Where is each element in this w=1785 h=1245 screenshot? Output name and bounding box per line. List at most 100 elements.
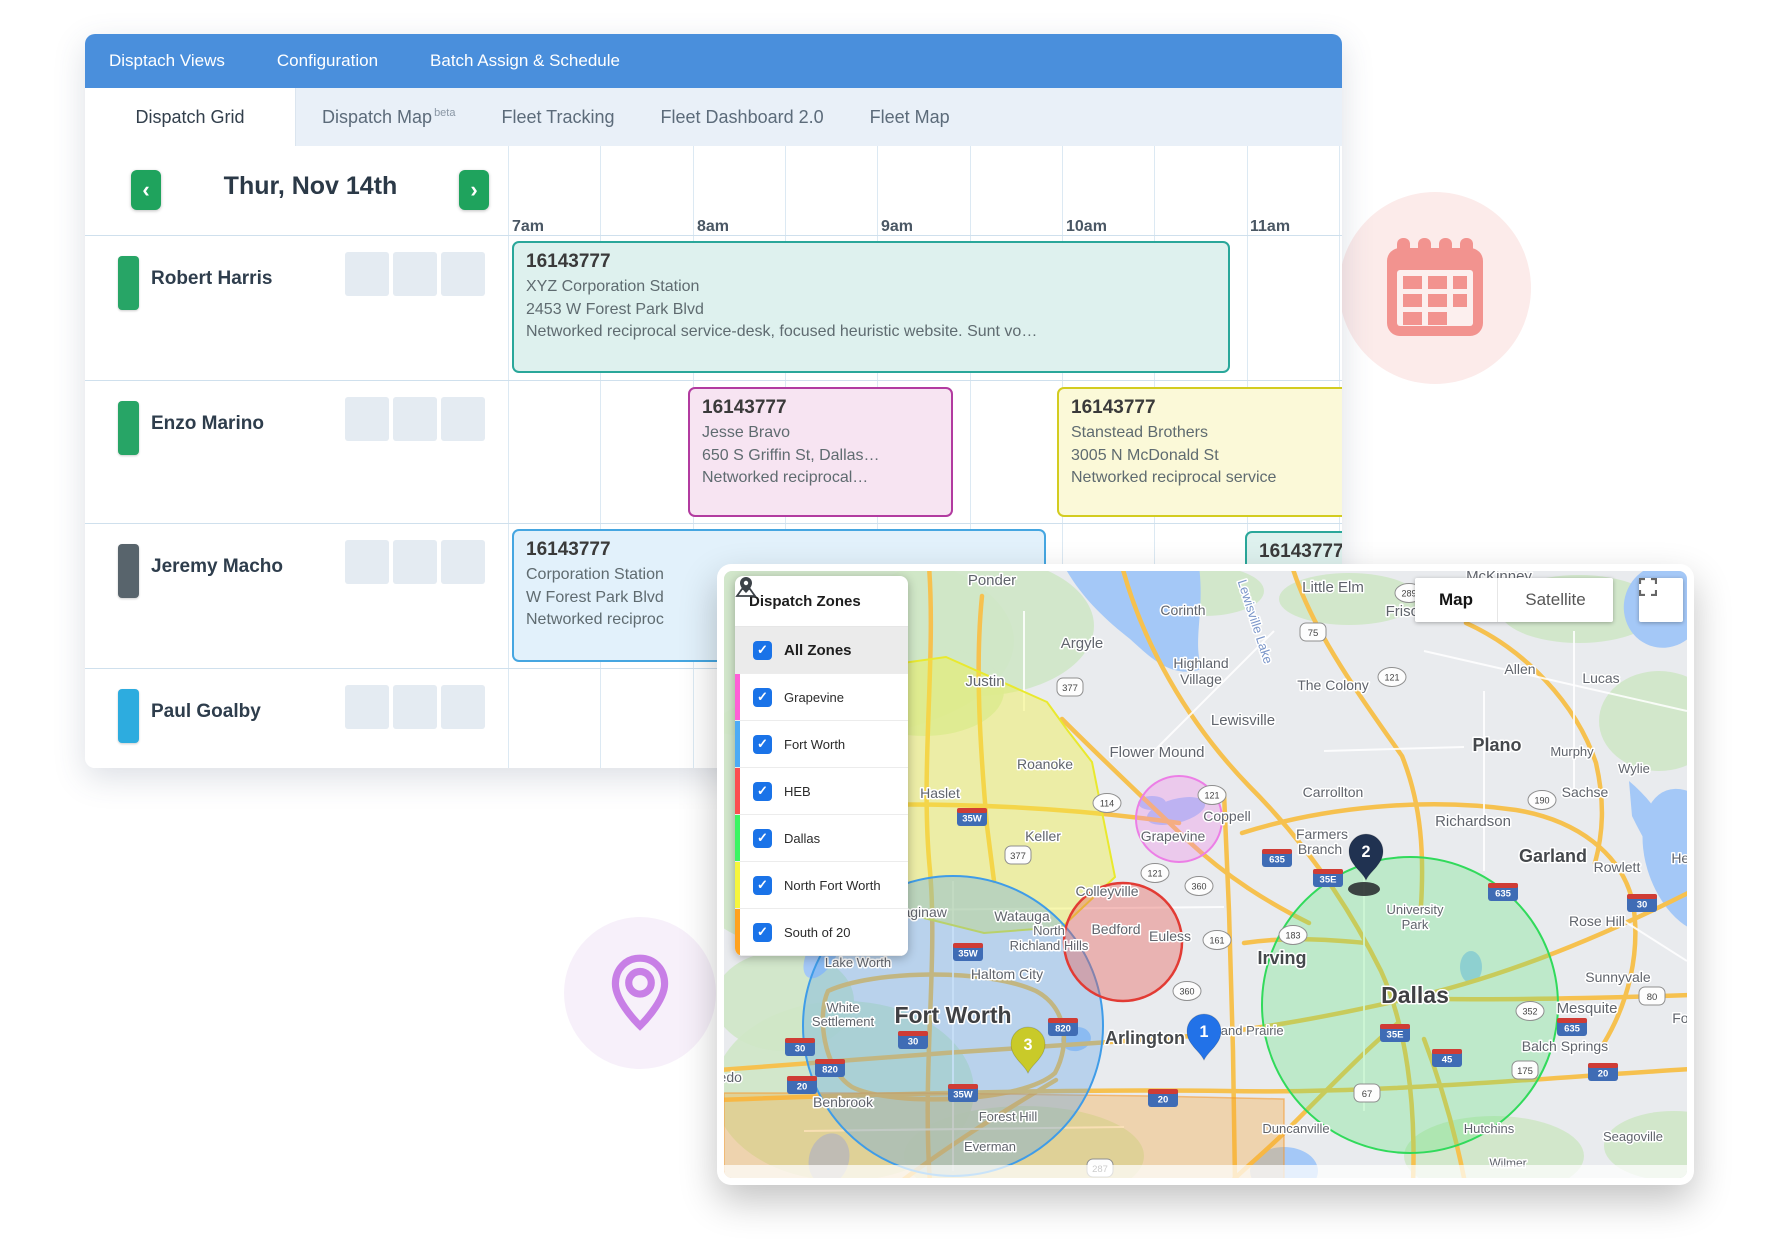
- event-detail-line: 650 S Griffin St, Dallas…: [702, 445, 939, 468]
- zone-checkbox[interactable]: ✓: [753, 735, 772, 754]
- fleet-map-card: 35W35W35W35E35E6356356353030308208202020…: [717, 564, 1694, 1185]
- map-label-irving: Irving: [1257, 948, 1306, 968]
- map-label-mesquite: Mesquite: [1557, 1000, 1618, 1017]
- nav-item-2[interactable]: Batch Assign & Schedule: [430, 51, 620, 71]
- tab-fleet-dashboard-2-0[interactable]: Fleet Dashboard 2.0: [661, 107, 824, 128]
- fullscreen-button[interactable]: [1639, 578, 1683, 622]
- zone-checkbox[interactable]: ✓: [753, 876, 772, 895]
- marker-shadow: [1348, 882, 1380, 896]
- road-badge-67: 67: [1354, 1084, 1380, 1102]
- fullscreen-icon: [1639, 578, 1657, 596]
- svg-text:67: 67: [1362, 1089, 1373, 1100]
- zone-checkbox[interactable]: ✓: [753, 641, 772, 660]
- zone-item-heb[interactable]: ✓HEB: [735, 768, 908, 815]
- driver-name: Enzo Marino: [151, 413, 264, 435]
- zone-checkbox[interactable]: ✓: [753, 829, 772, 848]
- svg-text:1: 1: [1200, 1023, 1209, 1041]
- date-navigation: ‹ Thur, Nov 14th ›: [85, 146, 508, 235]
- svg-text:35W: 35W: [958, 949, 978, 960]
- map-label-watauga: Watauga: [994, 908, 1050, 924]
- nav-item-1[interactable]: Configuration: [277, 51, 378, 71]
- svg-text:175: 175: [1517, 1066, 1533, 1077]
- schedule-event[interactable]: 16143777Jesse Bravo650 S Griffin St, Dal…: [688, 387, 953, 517]
- event-detail-line: Networked reciprocal service: [1071, 467, 1335, 490]
- driver-status-bar: [118, 544, 139, 598]
- satellite-view-button[interactable]: Satellite: [1497, 578, 1613, 622]
- svg-text:20: 20: [1158, 1095, 1169, 1106]
- map-label-coppell: Coppell: [1203, 808, 1250, 824]
- road-badge-30: 30: [898, 1031, 928, 1049]
- svg-text:190: 190: [1534, 796, 1549, 806]
- dispatch-zones-panel: Dispatch Zones ✓All Zones✓Grapevine✓Fort…: [735, 576, 908, 956]
- zone-item-north-fort-worth[interactable]: ✓ North Fort Worth: [735, 862, 908, 909]
- road-badge-377: 377: [1057, 678, 1083, 696]
- time-label: 9am: [881, 218, 913, 236]
- previous-day-button[interactable]: ‹: [131, 170, 161, 210]
- svg-text:30: 30: [795, 1044, 806, 1055]
- map-type-toggle: Map Satellite: [1415, 578, 1613, 622]
- svg-text:80: 80: [1647, 992, 1658, 1003]
- map-label-forest-hill: Forest Hill: [979, 1109, 1038, 1124]
- zone-checkbox[interactable]: ✓: [753, 688, 772, 707]
- tab-fleet-map[interactable]: Fleet Map: [870, 107, 950, 128]
- map-label-fort-worth: Fort Worth: [894, 1002, 1011, 1028]
- map-label-euless: Euless: [1149, 928, 1191, 944]
- zone-item-fort-worth[interactable]: ✓ Fort Worth: [735, 721, 908, 768]
- map-label-ponder: Ponder: [968, 572, 1016, 589]
- map-label-hutchins: Hutchins: [1464, 1121, 1515, 1136]
- zone-item-south-of-20[interactable]: ✓South of 20: [735, 909, 908, 956]
- road-badge-45: 45: [1432, 1049, 1462, 1067]
- zone-color-bar: [735, 862, 740, 908]
- road-badge-121: 121: [1141, 864, 1169, 883]
- nav-item-0[interactable]: Disptach Views: [109, 51, 225, 71]
- zone-label: Fort Worth: [784, 737, 845, 752]
- road-badge-377: 377: [1005, 846, 1031, 864]
- svg-text:75: 75: [1308, 628, 1319, 639]
- zone-item-all-zones[interactable]: ✓ All Zones: [735, 627, 908, 674]
- map-canvas[interactable]: 35W35W35W35E35E6356356353030308208202020…: [724, 571, 1687, 1178]
- road-badge-35W: 35W: [957, 808, 987, 826]
- svg-text:30: 30: [1637, 900, 1648, 911]
- zone-checkbox[interactable]: ✓: [753, 782, 772, 801]
- road-badge-20: 20: [1148, 1089, 1178, 1107]
- placeholder-chip: [441, 540, 485, 584]
- schedule-event[interactable]: 16143777XYZ Corporation Station2453 W Fo…: [512, 241, 1230, 373]
- svg-text:121: 121: [1204, 791, 1219, 801]
- zone-item-dallas[interactable]: ✓Dallas: [735, 815, 908, 862]
- event-id: 16143777: [526, 251, 1216, 273]
- placeholder-chip: [441, 685, 485, 729]
- svg-text:35E: 35E: [1387, 1030, 1404, 1041]
- svg-text:121: 121: [1384, 673, 1399, 683]
- svg-text:352: 352: [1522, 1007, 1537, 1017]
- map-label-haltom-city: Haltom City: [971, 966, 1043, 982]
- road-badge-30: 30: [1627, 894, 1657, 912]
- zone-label: All Zones: [784, 642, 852, 659]
- road-badge-35E: 35E: [1313, 869, 1343, 887]
- tab-dispatch-map[interactable]: Dispatch Mapbeta: [322, 107, 455, 128]
- zone-checkbox[interactable]: ✓: [753, 923, 772, 942]
- map-label-flower-mound: Flower Mound: [1109, 744, 1204, 761]
- svg-text:45: 45: [1442, 1055, 1453, 1066]
- map-label-rowlett: Rowlett: [1594, 859, 1641, 875]
- tab-fleet-tracking[interactable]: Fleet Tracking: [501, 107, 614, 128]
- road-badge-635: 635: [1488, 883, 1518, 901]
- road-badge-121: 121: [1198, 786, 1226, 805]
- road-badge-360: 360: [1173, 982, 1201, 1001]
- map-label-heath: Heath: [1671, 850, 1687, 866]
- schedule-event[interactable]: 16143777Stanstead Brothers3005 N McDonal…: [1057, 387, 1342, 517]
- zone-item-grapevine[interactable]: ✓Grapevine: [735, 674, 908, 721]
- zone-label: North Fort Worth: [784, 878, 881, 893]
- map-label-aledo: Aledo: [724, 1069, 742, 1085]
- dispatch-app-screenshot: Disptach Views Configuration Batch Assign …: [0, 0, 1785, 1245]
- map-label-settlement: Settlement: [812, 1014, 875, 1029]
- tab-dispatch-grid[interactable]: Dispatch Grid: [85, 88, 296, 147]
- map-label-white: White: [826, 1000, 859, 1015]
- map-view-button[interactable]: Map: [1415, 578, 1497, 622]
- svg-text:183: 183: [1285, 931, 1300, 941]
- event-detail-line: Networked reciprocal…: [702, 467, 939, 490]
- time-label: 7am: [512, 218, 544, 236]
- next-day-button[interactable]: ›: [459, 170, 489, 210]
- driver-status-bar: [118, 401, 139, 455]
- event-id: 16143777: [1071, 397, 1335, 419]
- road-badge-635: 635: [1262, 849, 1292, 867]
